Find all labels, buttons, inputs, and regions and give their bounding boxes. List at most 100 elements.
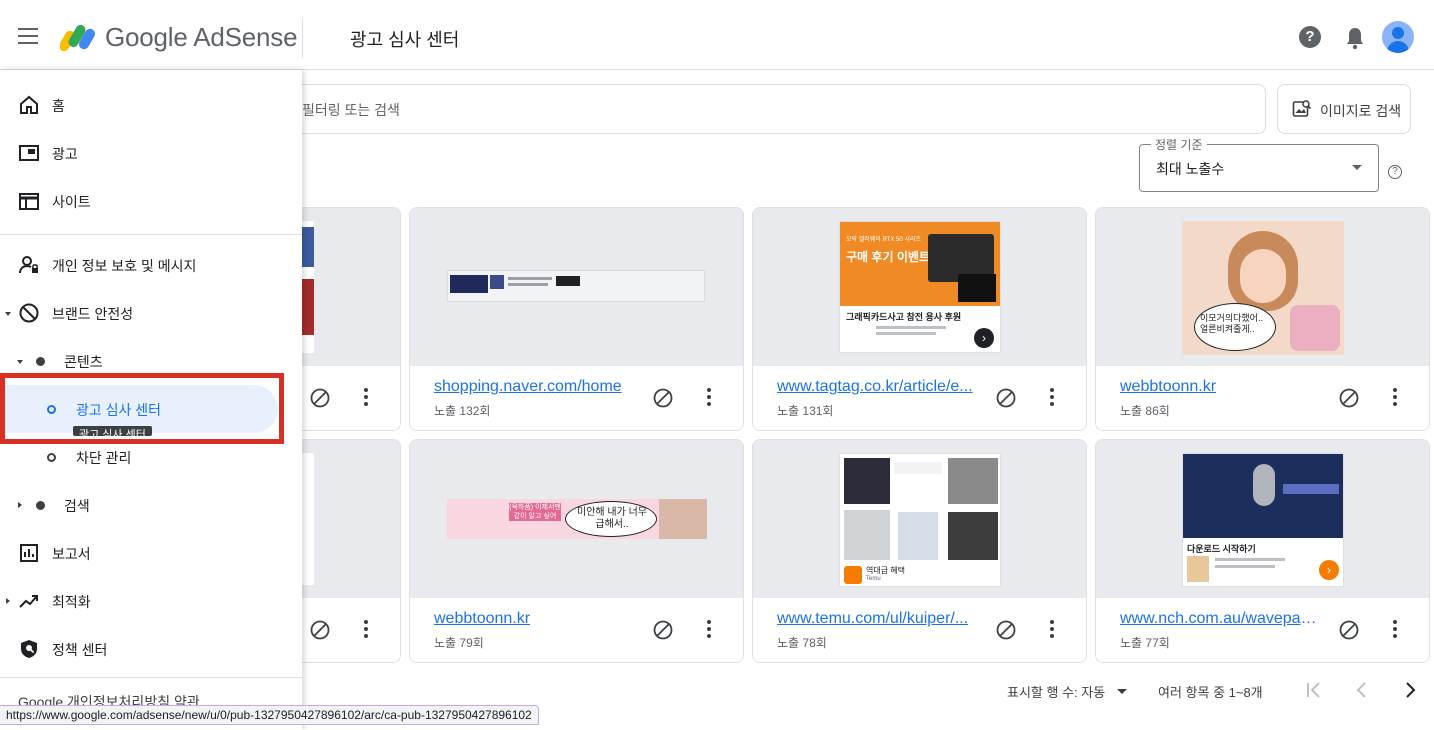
sidebar-item-brand-safety[interactable]: 브랜드 안전성 <box>0 293 302 333</box>
sidebar-item-sites[interactable]: 사이트 <box>0 181 302 221</box>
top-app-bar: Google AdSense 광고 심사 센터 ? <box>0 0 1434 70</box>
divider <box>302 18 303 58</box>
image-search-label: 이미지로 검색 <box>1320 103 1402 119</box>
more-options-icon[interactable] <box>1049 620 1055 640</box>
chevron-right-icon[interactable]: › <box>1319 560 1339 580</box>
ad-sub-text: 모락 갤러웨이 RTX 50 시리즈 <box>846 237 921 243</box>
expand-icon[interactable] <box>5 312 11 316</box>
sidebar-item-label: 보고서 <box>52 546 91 562</box>
impression-count: 노출 77회 <box>1120 636 1170 650</box>
sidebar-item-ads[interactable]: 광고 <box>0 133 302 173</box>
ad-source-link[interactable]: www.nch.com.au/wavepad... <box>1120 610 1322 628</box>
ad-source-link[interactable]: www.tagtag.co.kr/article/e... <box>777 378 973 396</box>
image-search-icon <box>1292 100 1312 117</box>
block-icon[interactable] <box>1339 620 1359 640</box>
block-icon[interactable] <box>1339 388 1359 408</box>
sort-value: 최대 노출수 <box>1156 161 1225 177</box>
image-search-button[interactable]: 이미지로 검색 <box>1277 84 1411 134</box>
sidebar-item-search[interactable]: 검색 <box>0 485 302 525</box>
sidebar-item-privacy[interactable]: 개인 정보 보호 및 메시지 <box>0 245 302 285</box>
sidebar-item-label: 차단 관리 <box>76 450 132 466</box>
speech-bubble-text: 이모거의다했어.. 얼른비켜줄게.. <box>1200 313 1263 334</box>
nch-caption: 다운로드 시작하기 <box>1187 544 1256 554</box>
sidebar-item-label: 정책 센터 <box>52 642 108 658</box>
ad-source-link[interactable]: webbtoonn.kr <box>1120 378 1216 396</box>
ad-card[interactable]: shopping.naver.com/home 노출 132회 <box>409 207 744 431</box>
more-options-icon[interactable] <box>706 620 712 640</box>
more-options-icon[interactable] <box>363 388 369 408</box>
sidebar-item-label: 사이트 <box>52 194 91 210</box>
adsense-logo[interactable] <box>60 22 96 52</box>
sidebar-item-label: 콘텐츠 <box>64 354 103 370</box>
divider <box>0 234 302 235</box>
sidebar-item-home[interactable]: 홈 <box>0 85 302 125</box>
prev-page-icon[interactable] <box>1352 680 1372 700</box>
block-icon[interactable] <box>996 388 1016 408</box>
chevron-right-icon[interactable]: › <box>974 328 994 348</box>
impression-count: 노출 79회 <box>434 636 484 650</box>
home-icon <box>20 95 38 114</box>
rows-per-page[interactable]: 표시할 행 수: 자동 <box>1007 682 1105 701</box>
impression-count: 노출 86회 <box>1120 404 1170 418</box>
privacy-icon <box>19 256 38 274</box>
more-options-icon[interactable] <box>1049 388 1055 408</box>
ad-card[interactable]: 이모거의다했어.. 얼른비켜줄게.. webbtoonn.kr 노출 86회 <box>1095 207 1430 431</box>
sidebar-item-policy-center[interactable]: 정책 센터 <box>0 629 302 669</box>
expand-icon[interactable] <box>18 502 22 508</box>
more-options-icon[interactable] <box>1392 388 1398 408</box>
block-icon[interactable] <box>653 620 673 640</box>
ad-source-link[interactable]: shopping.naver.com/home <box>434 378 622 396</box>
sort-help-icon[interactable]: ? <box>1388 165 1402 179</box>
block-icon[interactable] <box>996 620 1016 640</box>
avatar[interactable] <box>1382 21 1414 53</box>
block-icon[interactable] <box>310 620 330 640</box>
expand-icon[interactable] <box>6 598 10 604</box>
temu-caption: 역대급 혜택 <box>866 566 906 575</box>
more-options-icon[interactable] <box>363 620 369 640</box>
impression-count: 노출 132회 <box>434 404 491 418</box>
expand-icon[interactable] <box>17 360 23 364</box>
impression-count: 노출 131회 <box>777 404 834 418</box>
more-options-icon[interactable] <box>1392 620 1398 640</box>
temu-brand: Temu <box>866 576 881 582</box>
banner-bubble-text: 미안해 내가 너무 급해서.. <box>577 507 647 530</box>
ad-card[interactable]: 다운로드 시작하기 › www.nch.com.au/wavepad... 노출… <box>1095 439 1430 663</box>
policy-icon <box>21 640 37 658</box>
notification-bell-icon[interactable] <box>1344 26 1366 50</box>
ring-icon <box>47 453 56 462</box>
ad-creative-webtoon: 이모거의다했어.. 얼른비켜줄게.. <box>1182 221 1344 355</box>
ad-card[interactable]: 역대급 혜택 Temu www.temu.com/ul/kuiper/... 노… <box>752 439 1087 663</box>
sidebar-item-label: 최적화 <box>52 594 91 610</box>
sidebar-item-label: 홈 <box>52 98 65 114</box>
reports-icon <box>20 544 38 562</box>
sidebar-item-label: 검색 <box>64 498 90 514</box>
chevron-down-icon[interactable] <box>1117 689 1127 694</box>
sidebar-item-label: 브랜드 안전성 <box>52 306 134 322</box>
block-icon[interactable] <box>310 388 330 408</box>
search-placeholder: 필터링 또는 검색 <box>302 102 400 118</box>
ad-source-link[interactable]: webbtoonn.kr <box>434 610 530 628</box>
tooltip: 광고 심사 센터 <box>73 426 152 436</box>
block-icon[interactable] <box>653 388 673 408</box>
sidebar-item-optimization[interactable]: 최적화 <box>0 581 302 621</box>
help-icon[interactable]: ? <box>1299 26 1321 48</box>
first-page-icon[interactable] <box>1304 680 1324 700</box>
brand-name: Google AdSense <box>105 22 298 52</box>
sidebar-item-label: 개인 정보 보호 및 메시지 <box>52 258 197 274</box>
sites-icon <box>19 193 39 210</box>
dot-icon <box>36 501 45 510</box>
sidebar-item-reports[interactable]: 보고서 <box>0 533 302 573</box>
dot-icon <box>36 357 45 366</box>
sort-label: 정렬 기준 <box>1151 136 1207 153</box>
ad-card[interactable]: (욕하품) 이제서맨 같이 알고 싶어 미안해 내가 너무 급해서.. webb… <box>409 439 744 663</box>
next-page-icon[interactable] <box>1400 680 1420 700</box>
banner-left-text: (욕하품) 이제서맨 같이 알고 싶어 <box>509 503 561 521</box>
status-bar-url: https://www.google.com/adsense/new/u/0/p… <box>0 705 539 725</box>
ad-card[interactable]: 구매 후기 이벤트 모락 갤러웨이 RTX 50 시리즈 그래픽카드사고 참전 … <box>752 207 1087 431</box>
chevron-down-icon[interactable] <box>1352 165 1362 170</box>
more-options-icon[interactable] <box>706 388 712 408</box>
ad-creative-nch: 다운로드 시작하기 › <box>1182 453 1344 587</box>
ad-source-link[interactable]: www.temu.com/ul/kuiper/... <box>777 610 968 628</box>
menu-icon[interactable] <box>18 28 38 44</box>
ad-creative-banner <box>447 270 705 302</box>
